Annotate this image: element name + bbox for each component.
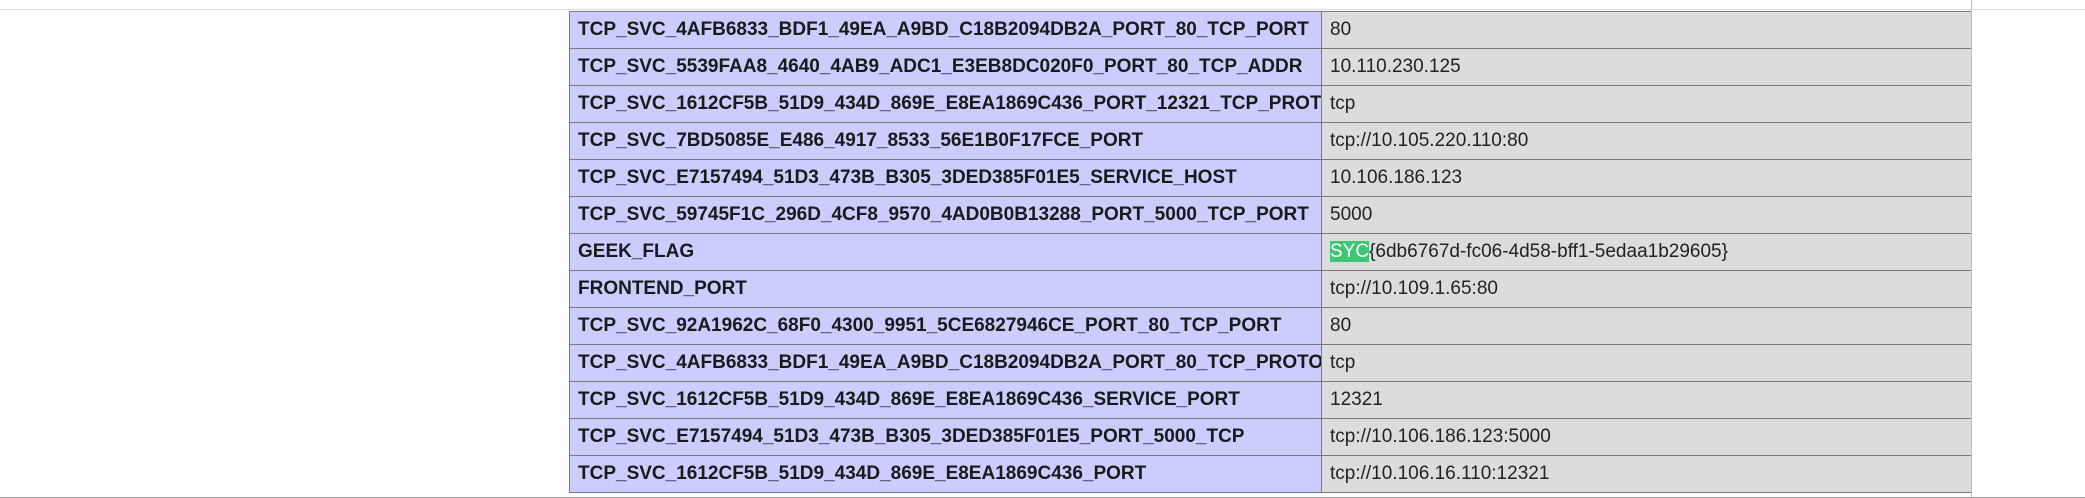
variable-name: TCP_SVC_E7157494_51D3_473B_B305_3DED385F… bbox=[569, 159, 1322, 197]
table-row: TCP_SVC_4AFB6833_BDF1_49EA_A9BD_C18B2094… bbox=[569, 11, 1971, 49]
variable-name: TCP_SVC_5539FAA8_4640_4AB9_ADC1_E3EB8DC0… bbox=[569, 48, 1322, 86]
table-row-flag: GEEK_FLAG SYC{6db6767d-fc06-4d58-bff1-5e… bbox=[569, 233, 1971, 271]
variable-value: tcp bbox=[1321, 85, 1971, 123]
variable-name: TCP_SVC_E7157494_51D3_473B_B305_3DED385F… bbox=[569, 418, 1322, 456]
table-row: TCP_SVC_1612CF5B_51D9_434D_869E_E8EA1869… bbox=[569, 455, 1971, 493]
variable-value: 5000 bbox=[1321, 196, 1971, 234]
variable-name: TCP_SVC_4AFB6833_BDF1_49EA_A9BD_C18B2094… bbox=[569, 344, 1322, 382]
table-row: TCP_SVC_7BD5085E_E486_4917_8533_56E1B0F1… bbox=[569, 122, 1971, 160]
table-row: TCP_SVC_92A1962C_68F0_4300_9951_5CE68279… bbox=[569, 307, 1971, 345]
variable-name: TCP_SVC_1612CF5B_51D9_434D_869E_E8EA1869… bbox=[569, 381, 1322, 419]
table-row: FRONTEND_PORT tcp://10.109.1.65:80 bbox=[569, 270, 1971, 308]
variable-value: 10.110.230.125 bbox=[1321, 48, 1971, 86]
variable-value: 10.106.186.123 bbox=[1321, 159, 1971, 197]
variable-value: 80 bbox=[1321, 11, 1971, 49]
variable-value: tcp bbox=[1321, 344, 1971, 382]
variable-name: TCP_SVC_1612CF5B_51D9_434D_869E_E8EA1869… bbox=[569, 85, 1322, 123]
variable-name: TCP_SVC_1612CF5B_51D9_434D_869E_E8EA1869… bbox=[569, 455, 1322, 493]
variable-value: 80 bbox=[1321, 307, 1971, 345]
variable-value: tcp://10.109.1.65:80 bbox=[1321, 270, 1971, 308]
page-column-edge bbox=[1971, 0, 1972, 498]
table-row: TCP_SVC_E7157494_51D3_473B_B305_3DED385F… bbox=[569, 418, 1971, 456]
flag-value-rest: {6db6767d-fc06-4d58-bff1-5edaa1b29605} bbox=[1369, 241, 1728, 262]
page-top-edge bbox=[0, 0, 2085, 10]
variable-name: TCP_SVC_92A1962C_68F0_4300_9951_5CE68279… bbox=[569, 307, 1322, 345]
variable-name: TCP_SVC_7BD5085E_E486_4917_8533_56E1B0F1… bbox=[569, 122, 1322, 160]
variable-value: tcp://10.105.220.110:80 bbox=[1321, 122, 1971, 160]
env-table-container: TCP_SVC_4AFB6833_BDF1_49EA_A9BD_C18B2094… bbox=[569, 11, 1971, 498]
table-row: TCP_SVC_1612CF5B_51D9_434D_869E_E8EA1869… bbox=[569, 381, 1971, 419]
variable-name: FRONTEND_PORT bbox=[569, 270, 1322, 308]
variable-value: 12321 bbox=[1321, 381, 1971, 419]
variable-name: GEEK_FLAG bbox=[569, 233, 1322, 271]
table-row: TCP_SVC_59745F1C_296D_4CF8_9570_4AD0B0B1… bbox=[569, 196, 1971, 234]
table-row: TCP_SVC_E7157494_51D3_473B_B305_3DED385F… bbox=[569, 159, 1971, 197]
search-highlight: SYC bbox=[1330, 241, 1370, 262]
variable-value: tcp://10.106.16.110:12321 bbox=[1321, 455, 1971, 493]
flag-value[interactable]: SYC{6db6767d-fc06-4d58-bff1-5edaa1b29605… bbox=[1321, 233, 1971, 271]
variable-name: TCP_SVC_4AFB6833_BDF1_49EA_A9BD_C18B2094… bbox=[569, 11, 1322, 49]
environment-variables-table: TCP_SVC_4AFB6833_BDF1_49EA_A9BD_C18B2094… bbox=[569, 11, 1971, 493]
table-row: TCP_SVC_1612CF5B_51D9_434D_869E_E8EA1869… bbox=[569, 85, 1971, 123]
table-row: TCP_SVC_5539FAA8_4640_4AB9_ADC1_E3EB8DC0… bbox=[569, 48, 1971, 86]
table-row: TCP_SVC_4AFB6833_BDF1_49EA_A9BD_C18B2094… bbox=[569, 344, 1971, 382]
variable-value: tcp://10.106.186.123:5000 bbox=[1321, 418, 1971, 456]
variable-name: TCP_SVC_59745F1C_296D_4CF8_9570_4AD0B0B1… bbox=[569, 196, 1322, 234]
